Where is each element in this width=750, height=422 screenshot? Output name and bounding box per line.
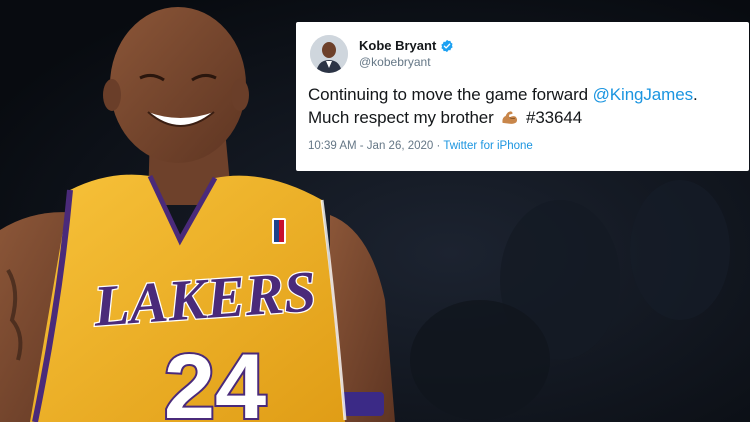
mention-link[interactable]: @KingJames: [593, 85, 693, 104]
jersey-number-text: 24: [164, 336, 266, 422]
handle[interactable]: @kobebryant: [359, 54, 454, 70]
flexed-biceps-icon: [500, 109, 519, 126]
avatar[interactable]: [310, 35, 348, 73]
verified-badge-icon: [440, 39, 454, 53]
tweet-text: Continuing to move the game forward @Kin…: [308, 83, 737, 129]
tweet-text-part2: .: [692, 85, 698, 104]
hashtag[interactable]: #33644: [526, 108, 582, 127]
tweet-meta: 10:39 AM - Jan 26, 2020 · Twitter for iP…: [308, 140, 737, 152]
tweet-card[interactable]: Kobe Bryant @kobebryant Continuing to mo…: [296, 22, 749, 171]
tweet-text-part1: Continuing to move the game forward: [308, 85, 593, 104]
tweet-header: Kobe Bryant @kobebryant: [308, 34, 737, 74]
meta-separator: ·: [433, 140, 444, 152]
display-name[interactable]: Kobe Bryant: [359, 38, 436, 54]
author-names: Kobe Bryant @kobebryant: [359, 38, 454, 70]
timestamp[interactable]: 10:39 AM - Jan 26, 2020: [308, 140, 433, 152]
source-link[interactable]: Twitter for iPhone: [443, 140, 532, 152]
tweet-text-line2: Much respect my brother: [308, 108, 494, 127]
